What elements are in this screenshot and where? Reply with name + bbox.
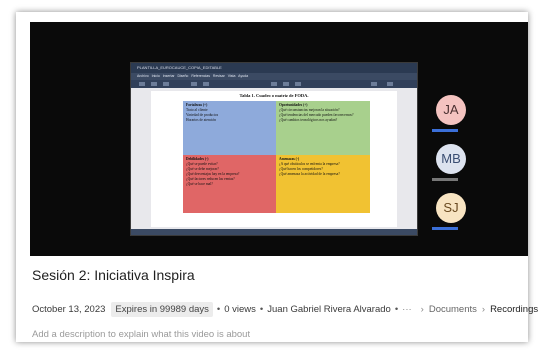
ribbon-icon <box>271 82 277 86</box>
upload-date: October 13, 2023 <box>32 303 106 315</box>
word-file-name: PLANTILLA_EUROCAUCE_COPIA_EDITABLE <box>137 65 222 70</box>
video-title: Sesión 2: Iniciativa Inspira <box>32 267 195 283</box>
expiration-badge[interactable]: Expires in 99989 days <box>111 301 213 317</box>
word-menu-item: Insertar <box>162 74 175 78</box>
video-metadata: October 13, 2023 Expires in 99989 days •… <box>32 301 538 317</box>
separator-dot: • <box>394 303 399 315</box>
word-status-bar <box>131 229 417 235</box>
word-menu-bar: Archivo Inicio Insertar Diseño Referenci… <box>131 73 417 80</box>
ribbon-icon <box>191 82 197 86</box>
separator-dot: • <box>259 303 264 315</box>
quadrant-line: ¿Qué cambios tecnológicos nos ayudan? <box>279 118 338 122</box>
word-menu-item: Ayuda <box>238 74 249 78</box>
ribbon-icon <box>139 82 145 86</box>
word-menu-item: Archivo <box>137 74 149 78</box>
participant-name-tag <box>432 129 458 132</box>
participant-avatar: MB <box>436 144 466 174</box>
document-page: Tabla 1. Cuadro o matriz de FODA. Fortal… <box>151 91 397 227</box>
word-menu-item: Referencias <box>191 74 210 78</box>
participant-avatar: SJ <box>436 193 466 223</box>
description-field[interactable]: Add a description to explain what this v… <box>32 329 250 339</box>
view-count: 0 views <box>224 303 256 315</box>
foda-strengths: Fortalezas (+) Trato al cliente Variedad… <box>183 101 276 155</box>
more-options-icon[interactable]: ··· <box>402 304 412 315</box>
chevron-right-icon: › <box>420 303 424 315</box>
chevron-right-icon: › <box>481 303 486 315</box>
participant-avatar: JA <box>436 95 466 125</box>
word-menu-item: Vista <box>227 74 236 78</box>
separator-dot: • <box>216 303 221 315</box>
ribbon-icon <box>163 82 169 86</box>
foda-opportunities: Oportunidades (+) ¿Qué circunstancias me… <box>276 101 370 155</box>
word-menu-item: Diseño <box>177 74 189 78</box>
ribbon-icon <box>371 82 377 86</box>
foda-threats: Amenazas (-) ¿A qué obstáculos se enfren… <box>276 155 370 213</box>
ribbon-icon <box>295 82 301 86</box>
shared-screen: PLANTILLA_EUROCAUCE_COPIA_EDITABLE Archi… <box>130 62 418 236</box>
breadcrumb-documents[interactable]: Documents <box>429 304 477 315</box>
word-ribbon <box>131 80 417 88</box>
document-title: Tabla 1. Cuadro o matriz de FODA. <box>239 93 309 98</box>
breadcrumb-recordings[interactable]: Recordings <box>490 304 538 315</box>
word-menu-item: Revisar <box>212 74 225 78</box>
ribbon-icon <box>151 82 157 86</box>
word-title-bar: PLANTILLA_EUROCAUCE_COPIA_EDITABLE <box>131 63 417 73</box>
ribbon-icon <box>283 82 289 86</box>
quadrant-line: ¿Qué amenaza la actividad de la empresa? <box>279 172 340 176</box>
ribbon-icon <box>203 82 209 86</box>
quadrant-line: Horarios de atención <box>186 118 216 122</box>
ribbon-icon <box>387 82 393 86</box>
participant-name-tag <box>432 178 458 181</box>
video-player[interactable]: PLANTILLA_EUROCAUCE_COPIA_EDITABLE Archi… <box>30 22 528 256</box>
quadrant-line: ¿Qué se hace mal? <box>186 182 213 186</box>
word-menu-item: Inicio <box>151 74 160 78</box>
author-name[interactable]: Juan Gabriel Rivera Alvarado <box>267 304 391 315</box>
participant-name-tag <box>432 227 458 230</box>
foda-weaknesses: Debilidades (-) ¿Qué se puede evitar? ¿Q… <box>183 155 276 213</box>
